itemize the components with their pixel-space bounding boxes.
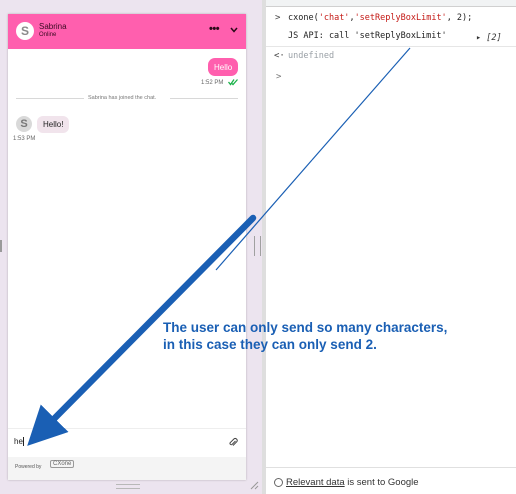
annotation-line-2: in this case they can only send 2. bbox=[163, 337, 377, 352]
annotation-callout: The user can only send so many character… bbox=[163, 319, 447, 353]
thin-arrow-line bbox=[311, 47, 411, 161]
annotation-line-1: The user can only send so many character… bbox=[163, 320, 448, 335]
thin-arrow-line bbox=[215, 159, 313, 271]
annotation-arrows bbox=[27, 47, 411, 446]
